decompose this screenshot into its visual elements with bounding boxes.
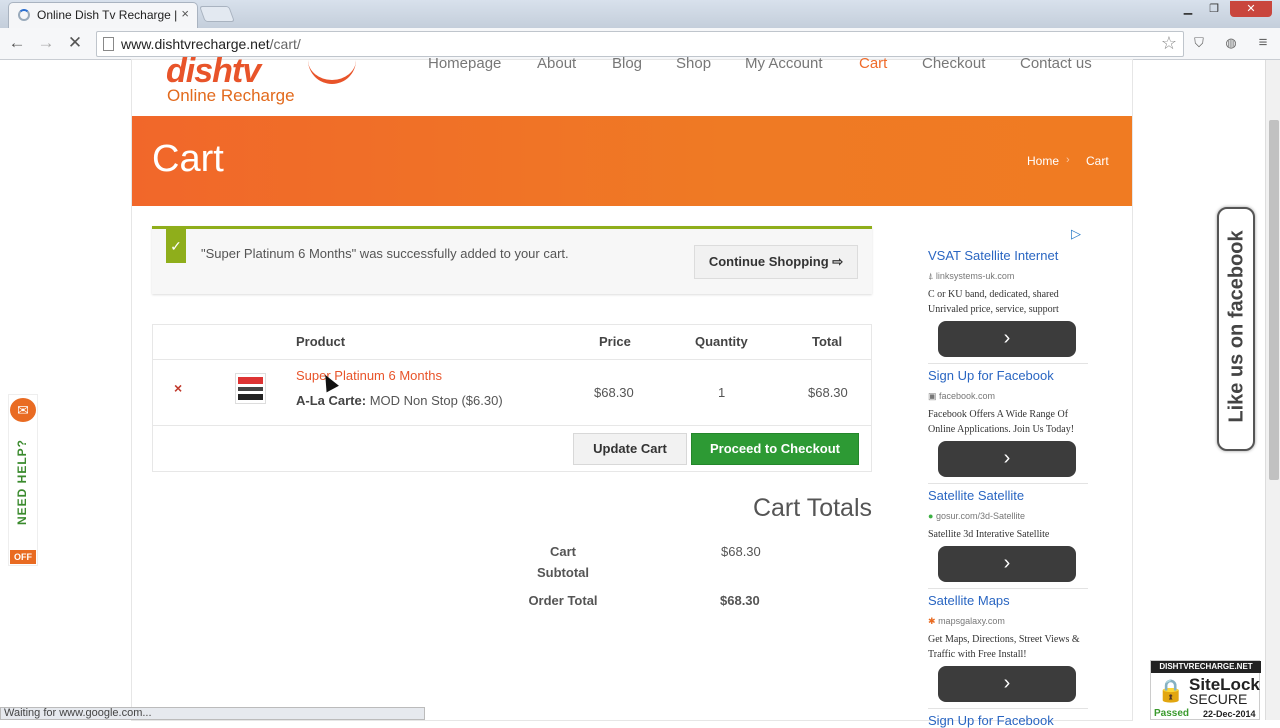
sitelock-passed: Passed: [1154, 708, 1190, 719]
cart-table: Product Price Quantity Total × Super Pla…: [152, 324, 872, 472]
site-header: dishtv Online Recharge Homepage About Bl…: [132, 52, 1132, 116]
tab-close-icon[interactable]: ×: [181, 6, 189, 21]
ad-url: ● gosur.com/3d-Satellite: [928, 511, 1025, 521]
sitelock-secure: SECURE: [1189, 691, 1248, 707]
nav-blog[interactable]: Blog: [612, 55, 642, 72]
browser-tab[interactable]: Online Dish Tv Recharge | ×: [8, 2, 198, 28]
page-title: Cart: [152, 138, 224, 180]
nav-cart[interactable]: Cart: [859, 55, 887, 72]
page-container: dishtv Online Recharge Homepage About Bl…: [132, 52, 1132, 728]
ad-title[interactable]: Satellite Satellite: [928, 488, 1024, 503]
divider: [928, 483, 1088, 484]
divider: [928, 708, 1088, 709]
divider: [928, 363, 1088, 364]
subtotal-label: Cart Subtotal: [537, 544, 589, 580]
url-text: www.dishtvrecharge.net/cart/: [121, 36, 301, 52]
maximize-icon[interactable]: ❐: [1202, 1, 1226, 17]
item-quantity[interactable]: 1: [718, 385, 725, 400]
forward-icon[interactable]: →: [35, 33, 57, 53]
ad-url: ▣ facebook.com: [928, 391, 996, 401]
divider: [153, 425, 871, 426]
ad-go-button[interactable]: ›: [938, 666, 1076, 702]
minimize-icon[interactable]: ▁: [1176, 1, 1200, 17]
stop-icon[interactable]: ✕: [64, 33, 86, 53]
header-product: Product: [296, 334, 346, 349]
need-help-widget[interactable]: ✉ NEED HELP? OFF: [8, 394, 38, 566]
breadcrumb-separator: ›: [1066, 154, 1070, 166]
breadcrumb-home[interactable]: Home: [1027, 154, 1059, 168]
page-scrollbar[interactable]: [1265, 60, 1280, 720]
back-icon[interactable]: ←: [6, 33, 28, 53]
ad-url: ✱ mapsgalaxy.com: [928, 616, 1005, 626]
nav-homepage[interactable]: Homepage: [428, 55, 501, 72]
ad-description: C or KU band, dedicated, shared Unrivale…: [928, 289, 1059, 315]
header-total: Total: [812, 334, 843, 349]
need-help-label: NEED HELP?: [15, 439, 29, 526]
facebook-like-tab[interactable]: Like us on facebook: [1217, 207, 1255, 451]
item-price: $68.30: [594, 385, 634, 400]
proceed-to-checkout-button[interactable]: Proceed to Checkout: [691, 433, 859, 465]
logo-swoosh-icon: [308, 60, 356, 84]
ad-go-button[interactable]: ›: [938, 546, 1076, 582]
ad-description: Get Maps, Directions, Street Views & Tra…: [928, 634, 1080, 660]
ad-description: Facebook Offers A Wide Range Of Online A…: [928, 409, 1075, 435]
ad-go-button[interactable]: ›: [938, 441, 1076, 477]
nav-about[interactable]: About: [537, 55, 576, 72]
update-cart-button[interactable]: Update Cart: [573, 433, 687, 465]
header-quantity: Quantity: [695, 334, 748, 349]
order-total-value: $68.30: [720, 593, 760, 608]
product-variation: A-La Carte: MOD Non Stop ($6.30): [296, 393, 503, 408]
sitelock-domain: DISHTVRECHARGE.NET: [1151, 661, 1261, 673]
sitelock-date: 22-Dec-2014: [1203, 709, 1256, 719]
adchoices-icon[interactable]: ▷: [1071, 226, 1081, 242]
page-banner: Cart Home › Cart: [132, 116, 1132, 206]
ad-title[interactable]: Satellite Maps: [928, 593, 1010, 608]
divider: [928, 588, 1088, 589]
nav-shop[interactable]: Shop: [676, 55, 711, 72]
product-name-link[interactable]: Super Platinum 6 Months: [296, 368, 442, 383]
nav-checkout[interactable]: Checkout: [922, 55, 985, 72]
window-close-icon[interactable]: ✕: [1230, 1, 1272, 17]
ad-title[interactable]: Sign Up for Facebook: [928, 368, 1054, 383]
continue-shopping-button[interactable]: Continue Shopping ⇨: [694, 245, 858, 279]
ad-url: ⍋ linksystems-uk.com: [928, 271, 1015, 281]
nav-my-account[interactable]: My Account: [745, 55, 823, 72]
cart-notice: ✓ "Super Platinum 6 Months" was successf…: [152, 226, 872, 294]
menu-icon[interactable]: ≡: [1254, 34, 1272, 52]
breadcrumb-current: Cart: [1086, 154, 1109, 168]
checkmark-icon: ✓: [166, 229, 186, 263]
notice-message: "Super Platinum 6 Months" was successful…: [201, 246, 569, 261]
new-tab-button[interactable]: [199, 6, 235, 22]
item-total: $68.30: [808, 385, 848, 400]
tab-title: Online Dish Tv Recharge |: [37, 8, 177, 22]
product-thumbnail[interactable]: [235, 373, 266, 404]
divider: [153, 359, 871, 360]
extension-shield-icon[interactable]: ⛉: [1190, 34, 1208, 52]
ad-title[interactable]: Sign Up for Facebook: [928, 713, 1054, 728]
remove-item-icon[interactable]: ×: [174, 380, 182, 396]
cart-totals-title: Cart Totals: [752, 494, 872, 522]
ad-go-button[interactable]: ›: [938, 321, 1076, 357]
ad-sidebar: ▷ VSAT Satellite Internet ⍋ linksystems-…: [923, 226, 1093, 728]
extension-globe-icon[interactable]: ◍: [1222, 34, 1240, 52]
nav-contact-us[interactable]: Contact us: [1020, 55, 1092, 72]
lock-icon: 🔒: [1157, 678, 1185, 703]
bookmark-star-icon[interactable]: ☆: [1161, 33, 1177, 54]
envelope-icon: ✉: [10, 398, 36, 422]
ad-description: Satellite 3d Interative Satellite: [928, 529, 1050, 540]
sitelock-badge[interactable]: DISHTVRECHARGE.NET 🔒 SiteLock SECURE Pas…: [1150, 660, 1261, 720]
site-logo-subtitle: Online Recharge: [167, 86, 295, 105]
subtotal-value: $68.30: [721, 544, 761, 559]
ad-title[interactable]: VSAT Satellite Internet: [928, 248, 1058, 263]
scrollbar-thumb[interactable]: [1269, 120, 1279, 480]
order-total-label: Order Total: [528, 593, 598, 608]
loading-spinner-icon: [18, 9, 30, 21]
browser-tab-bar: Online Dish Tv Recharge | × ▁ ❐ ✕: [0, 0, 1280, 28]
header-price: Price: [599, 334, 631, 349]
facebook-like-label: Like us on facebook: [1225, 230, 1248, 423]
page-icon: [103, 37, 114, 51]
browser-status-bar: Waiting for www.google.com...: [0, 707, 425, 720]
need-help-status: OFF: [10, 550, 36, 564]
